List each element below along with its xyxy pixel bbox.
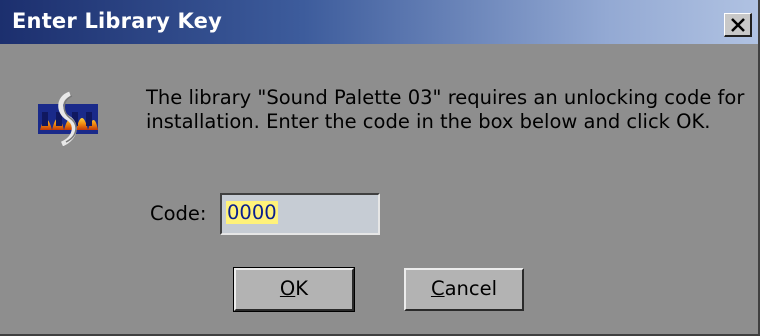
ok-button-label-rest: K: [295, 277, 309, 300]
close-icon: [731, 18, 745, 32]
cancel-button-label-rest: ancel: [444, 277, 498, 300]
message-line-2: installation. Enter the code in the box …: [146, 110, 711, 133]
code-label: Code:: [150, 202, 207, 225]
close-button[interactable]: [724, 13, 752, 37]
code-input[interactable]: 0000: [220, 193, 380, 235]
window-title: Enter Library Key: [12, 9, 222, 33]
cancel-button[interactable]: Cancel: [404, 268, 524, 311]
code-input-value: 0000: [226, 201, 278, 224]
message-line-1: The library "Sound Palette 03" requires …: [146, 86, 745, 109]
message-text: The library "Sound Palette 03" requires …: [146, 86, 744, 134]
app-logo-icon: [38, 91, 98, 146]
cancel-button-mnemonic: C: [430, 277, 445, 300]
ok-button-mnemonic: O: [279, 277, 296, 300]
ok-button[interactable]: OK: [233, 267, 355, 312]
title-bar[interactable]: Enter Library Key: [0, 0, 758, 44]
enter-library-key-dialog: Enter Library Key The library "Sound Pal…: [0, 0, 760, 336]
